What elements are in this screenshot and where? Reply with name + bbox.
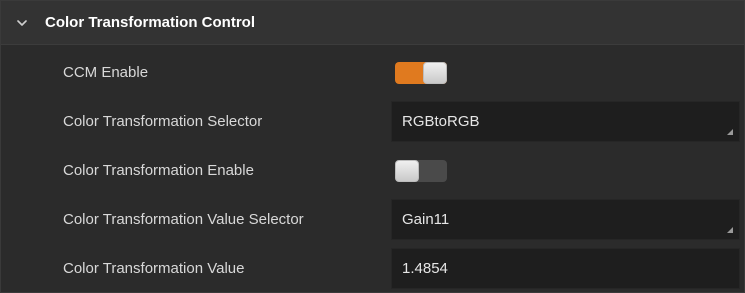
chevron-down-icon[interactable]	[15, 16, 29, 30]
color-transformation-value-label: Color Transformation Value	[63, 260, 245, 277]
color-transformation-enable-toggle[interactable]	[395, 159, 447, 182]
color-transformation-selector-value: RGBtoRGB	[402, 113, 480, 130]
row-ccm-enable: CCM Enable	[1, 48, 744, 97]
ccm-enable-cell	[391, 61, 744, 84]
section-header-color-transformation-control[interactable]: Color Transformation Control	[1, 1, 744, 45]
color-transformation-selector-dropdown[interactable]: RGBtoRGB	[391, 101, 740, 142]
color-transformation-enable-cell	[391, 159, 744, 182]
ccm-enable-label: CCM Enable	[63, 64, 149, 81]
color-transformation-value-selector-value: Gain11	[402, 211, 450, 228]
section-title: Color Transformation Control	[45, 14, 255, 31]
toggle-knob	[395, 159, 419, 182]
color-transformation-value-selector-dropdown[interactable]: Gain11	[391, 199, 740, 240]
dropdown-corner-icon	[727, 129, 733, 135]
ccm-enable-toggle[interactable]	[395, 61, 447, 84]
color-transformation-selector-label: Color Transformation Selector	[63, 113, 263, 130]
row-color-transformation-value: Color Transformation Value 1.4854	[1, 244, 744, 293]
dropdown-corner-icon	[727, 227, 733, 233]
row-color-transformation-selector: Color Transformation Selector RGBtoRGB	[1, 97, 744, 146]
color-transformation-value-text: 1.4854	[402, 260, 448, 277]
row-color-transformation-value-selector: Color Transformation Value Selector Gain…	[1, 195, 744, 244]
color-transformation-enable-label: Color Transformation Enable	[63, 162, 254, 179]
color-transformation-value-selector-label: Color Transformation Value Selector	[63, 211, 304, 228]
toggle-knob	[423, 61, 447, 84]
row-color-transformation-enable: Color Transformation Enable	[1, 146, 744, 195]
parameter-panel: Color Transformation Control CCM Enable …	[0, 0, 745, 293]
color-transformation-value-field[interactable]: 1.4854	[391, 248, 740, 289]
